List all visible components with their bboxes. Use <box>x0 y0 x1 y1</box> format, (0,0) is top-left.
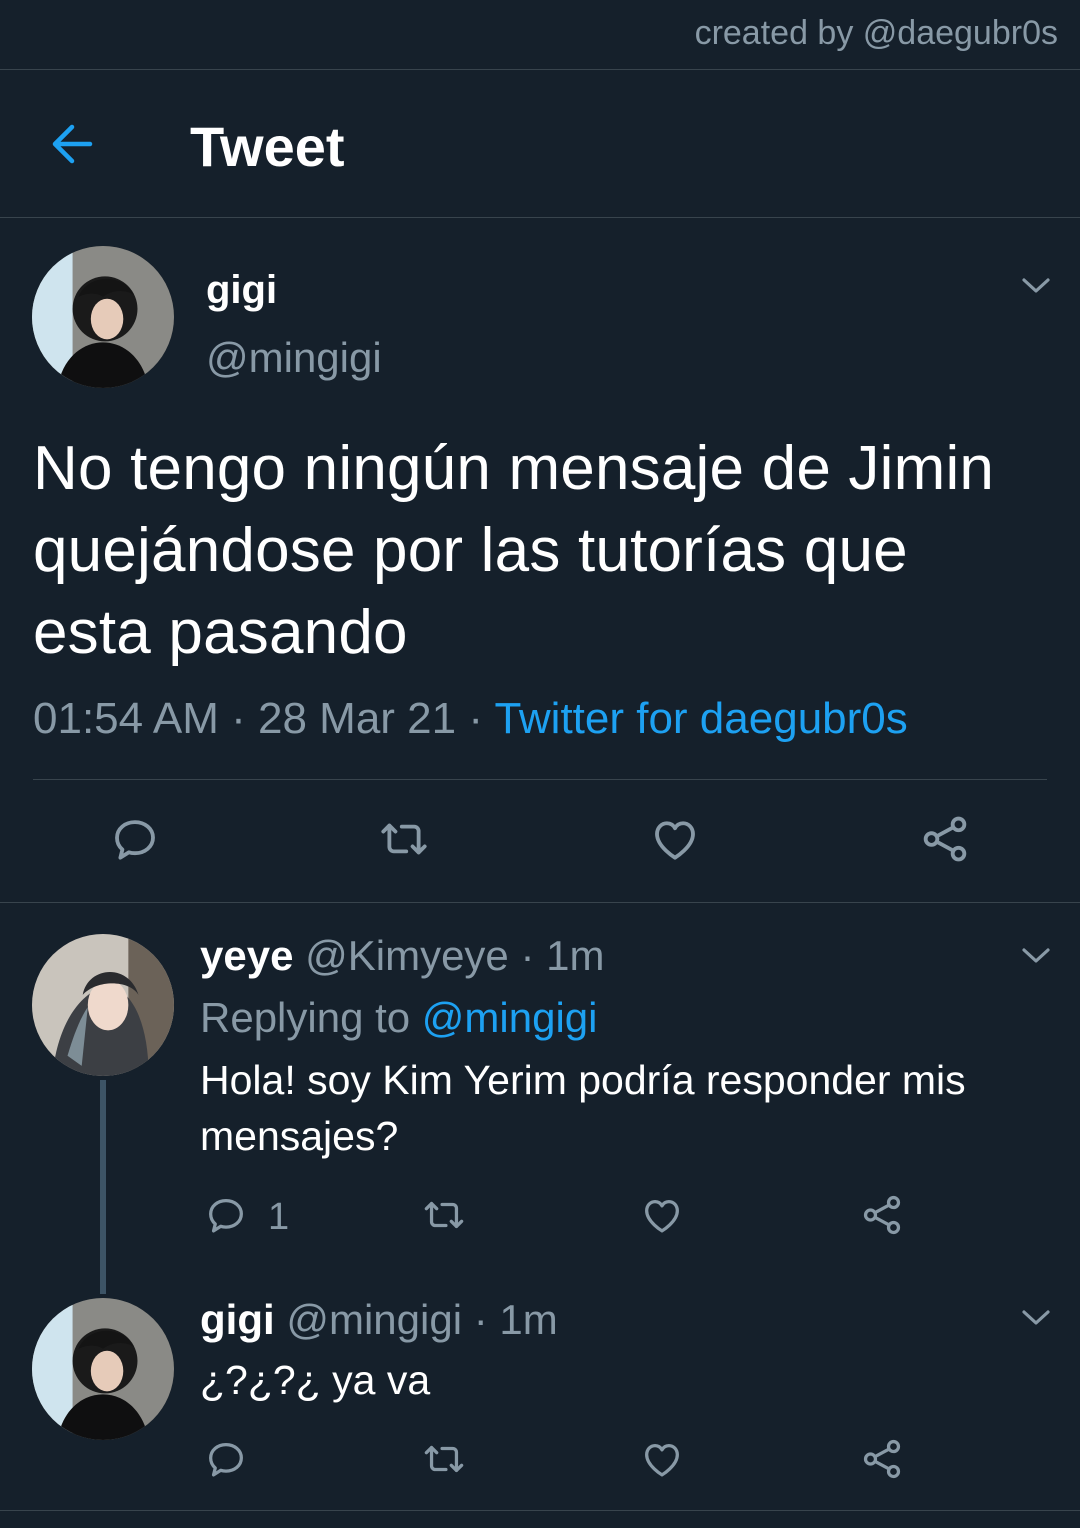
replying-label: Replying to <box>200 994 411 1041</box>
reply-time: · 1m <box>473 1296 558 1343</box>
author-name[interactable]: gigi <box>206 268 277 313</box>
avatar[interactable] <box>32 246 174 388</box>
tweet-time: 01:54 AM <box>33 694 219 743</box>
reply-header: gigi @mingigi · 1m <box>200 1296 558 1344</box>
watermark: created by @daegubr0s <box>694 14 1058 52</box>
retweet-icon[interactable] <box>420 1436 468 1482</box>
replying-to: Replying to @mingigi <box>200 994 598 1042</box>
reply-text: ¿?¿?¿ ya va <box>200 1357 431 1403</box>
meta-separator: · <box>218 694 259 743</box>
tweet-text: No tengo ningún mensaje de Jimin quejánd… <box>33 434 995 667</box>
tweet-date: 28 Mar 21 <box>258 694 457 743</box>
reply-icon[interactable] <box>108 812 162 866</box>
tweet-meta: 01:54 AM · 28 Mar 21 · Twitter for daegu… <box>33 694 908 744</box>
reply-text: Hola! soy Kim Yerim podría responder mis… <box>200 1057 966 1159</box>
reply-time: · 1m <box>520 932 605 979</box>
reply-icon[interactable] <box>203 1192 249 1238</box>
author-handle[interactable]: @Kimyeye <box>305 932 509 979</box>
author-handle[interactable]: @mingigi <box>286 1296 462 1343</box>
back-arrow-icon[interactable] <box>44 118 104 170</box>
retweet-icon[interactable] <box>420 1192 468 1238</box>
like-icon[interactable] <box>648 812 702 866</box>
chevron-down-icon[interactable] <box>1021 1308 1051 1328</box>
divider <box>0 902 1080 903</box>
author-name[interactable]: gigi <box>200 1296 275 1343</box>
share-icon[interactable] <box>918 812 972 866</box>
author-handle[interactable]: @mingigi <box>206 334 382 382</box>
page-title: Tweet <box>190 115 345 178</box>
divider <box>0 1510 1080 1511</box>
divider <box>33 779 1047 780</box>
chevron-down-icon[interactable] <box>1021 946 1051 966</box>
tweet-source-link[interactable]: Twitter for daegubr0s <box>494 694 907 743</box>
meta-separator: · <box>456 694 495 743</box>
retweet-icon[interactable] <box>376 812 432 866</box>
reply-icon[interactable] <box>203 1436 249 1482</box>
mention-link[interactable]: @mingigi <box>422 994 598 1041</box>
thread-line <box>100 1080 106 1294</box>
reply-count: 1 <box>268 1196 290 1238</box>
divider <box>0 217 1080 218</box>
like-icon[interactable] <box>639 1192 685 1238</box>
header-bar: Tweet <box>0 70 1080 217</box>
share-icon[interactable] <box>859 1192 905 1238</box>
avatar[interactable] <box>32 1298 174 1440</box>
author-name[interactable]: yeye <box>200 932 293 979</box>
chevron-down-icon[interactable] <box>1021 276 1051 296</box>
share-icon[interactable] <box>859 1436 905 1482</box>
avatar[interactable] <box>32 934 174 1076</box>
like-icon[interactable] <box>639 1436 685 1482</box>
reply-header: yeye @Kimyeye · 1m <box>200 932 604 980</box>
